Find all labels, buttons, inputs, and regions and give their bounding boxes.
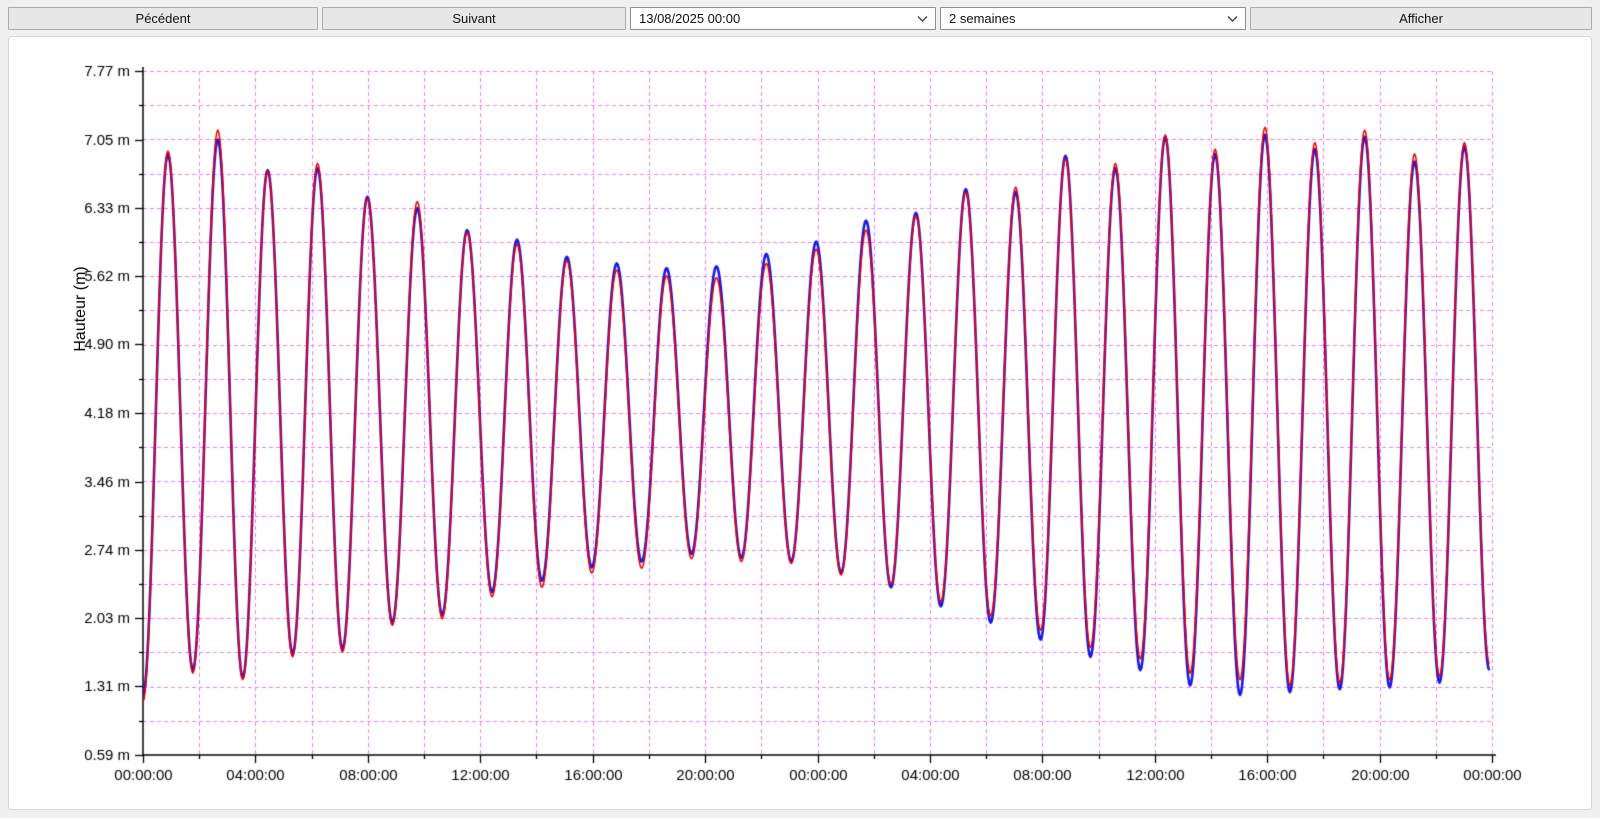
toolbar: Pécédent Suivant 13/08/2025 00:00 2 sema… (8, 7, 1592, 30)
date-combobox[interactable]: 13/08/2025 00:00 (630, 7, 936, 30)
range-combobox[interactable]: 2 semaines (940, 7, 1246, 30)
previous-button[interactable]: Pécédent (8, 7, 318, 30)
chevron-down-icon (1227, 15, 1238, 22)
date-combobox-value: 13/08/2025 00:00 (639, 11, 741, 26)
display-button[interactable]: Afficher (1250, 7, 1592, 30)
tide-chart-panel: Hauteur (m) (8, 36, 1592, 810)
tide-chart-canvas (9, 37, 1591, 809)
y-axis-title: Hauteur (m) (72, 266, 89, 352)
chevron-down-icon (917, 15, 928, 22)
next-button[interactable]: Suivant (322, 7, 626, 30)
application-window: Pécédent Suivant 13/08/2025 00:00 2 sema… (0, 0, 1600, 818)
range-combobox-value: 2 semaines (949, 11, 1016, 26)
